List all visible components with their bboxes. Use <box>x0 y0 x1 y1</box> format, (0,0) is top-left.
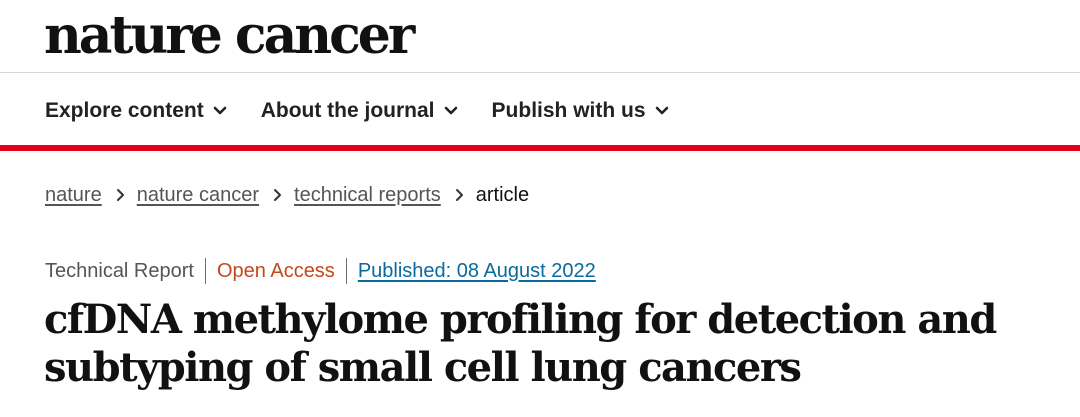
nav-about-the-journal-label: About the journal <box>260 99 435 122</box>
chevron-down-icon <box>444 106 457 115</box>
nav-publish-with-us[interactable]: Publish with us <box>492 99 669 123</box>
nav-explore-content-label: Explore content <box>45 99 204 122</box>
chevron-right-icon <box>274 189 282 201</box>
chevron-down-icon <box>213 106 227 115</box>
breadcrumb-link-technical-reports[interactable]: technical reports <box>294 184 441 207</box>
journal-logo[interactable]: nature cancer <box>44 6 415 66</box>
chevron-right-icon <box>116 189 124 201</box>
article-meta: Technical Report Open Access Published: … <box>45 256 596 286</box>
breadcrumb-current: article <box>475 183 530 206</box>
article-title: cfDNA methylome profiling for detection … <box>44 296 997 391</box>
breadcrumb-link-nature[interactable]: nature <box>45 184 102 207</box>
chevron-down-icon <box>655 106 668 115</box>
article-type: Technical Report <box>45 259 194 282</box>
published-date-link[interactable]: Published: 08 August 2022 <box>358 260 596 283</box>
chevron-right-icon <box>455 189 463 201</box>
nav-explore-content[interactable]: Explore content <box>45 99 227 123</box>
breadcrumb-link-nature-cancer[interactable]: nature cancer <box>137 184 259 207</box>
nav-publish-with-us-label: Publish with us <box>491 99 646 122</box>
nav-about-the-journal[interactable]: About the journal <box>261 99 458 123</box>
open-access-label: Open Access <box>216 259 335 282</box>
brand-bar <box>0 145 1080 151</box>
main-nav: Explore content About the journal Publis… <box>45 94 703 128</box>
meta-divider <box>345 258 347 284</box>
breadcrumb: nature nature cancer technical reports a… <box>45 180 529 210</box>
header-divider <box>0 72 1080 73</box>
meta-divider <box>204 258 206 284</box>
